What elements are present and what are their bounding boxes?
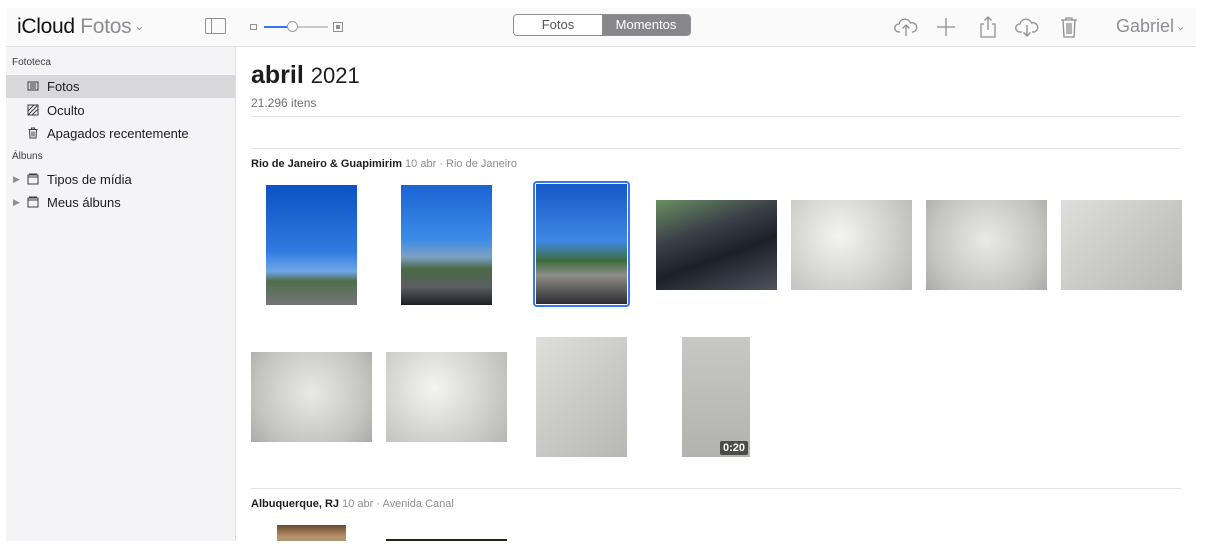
sidebar-item-label: Apagados recentemente — [47, 126, 189, 141]
photo-thumbnail[interactable] — [277, 525, 346, 541]
sidebar-section-library: Fototeca — [12, 57, 51, 68]
sidebar-item-fotos[interactable]: Fotos — [6, 75, 235, 98]
photo-thumbnail[interactable] — [251, 352, 372, 442]
video-duration: 0:20 — [719, 441, 748, 455]
photos-icon — [27, 80, 39, 92]
sidebar-item-oculto[interactable]: Oculto — [6, 99, 235, 122]
photo-thumbnail[interactable] — [266, 185, 357, 305]
sidebar-toggle-icon[interactable] — [205, 18, 226, 34]
user-name: Gabriel — [1116, 16, 1175, 36]
zoom-in-icon[interactable] — [333, 22, 343, 32]
tab-fotos[interactable]: Fotos — [514, 15, 602, 35]
trash-icon[interactable] — [1056, 14, 1082, 40]
user-menu[interactable]: Gabriel ⌄ — [1116, 16, 1185, 37]
moment-header: Albuquerque, RJ 10 abr · Avenida Canal — [251, 498, 454, 510]
zoom-slider-knob[interactable] — [287, 21, 298, 32]
add-icon[interactable] — [933, 14, 959, 40]
upload-icon[interactable] — [893, 14, 919, 40]
separator: · — [376, 498, 381, 510]
tab-momentos[interactable]: Momentos — [602, 15, 690, 35]
sidebar-item-label: Oculto — [47, 103, 85, 118]
moment-date: 10 abr — [405, 158, 437, 170]
divider — [251, 116, 1181, 117]
photo-grid-area: abril 2021 21.296 itens Rio de Janeiro &… — [236, 47, 1196, 541]
view-segmented-control: Fotos Momentos — [513, 14, 691, 36]
photo-thumbnail[interactable] — [926, 200, 1047, 290]
month-name: abril — [251, 61, 304, 89]
photo-thumbnail[interactable] — [791, 200, 912, 290]
video-thumbnail[interactable]: 0:20 — [682, 337, 750, 457]
moment-location: Avenida Canal — [382, 498, 454, 510]
disclosure-triangle-icon[interactable]: ▶ — [13, 191, 20, 214]
divider — [251, 488, 1181, 489]
chevron-down-icon: ⌄ — [134, 19, 145, 33]
divider — [251, 148, 1181, 149]
moment-title: Rio de Janeiro & Guapimirim — [251, 158, 402, 170]
page-title: abril 2021 — [251, 61, 360, 90]
photo-thumbnail[interactable] — [656, 200, 777, 290]
sidebar-item-label: Fotos — [47, 79, 80, 94]
photo-thumbnail[interactable] — [1061, 200, 1182, 290]
sidebar-section-albums: Álbuns — [12, 151, 43, 162]
folder-icon — [27, 173, 39, 185]
sidebar-item-label: Meus álbuns — [47, 195, 121, 210]
photo-thumbnail[interactable] — [386, 352, 507, 442]
photo-thumbnail[interactable] — [536, 184, 627, 304]
share-icon[interactable] — [975, 14, 1001, 40]
hidden-icon — [27, 104, 39, 116]
moment-title: Albuquerque, RJ — [251, 498, 340, 510]
chevron-down-icon: ⌄ — [1176, 21, 1186, 33]
sidebar-item-label: Tipos de mídia — [47, 172, 132, 187]
sidebar-item-tipos-de-midia[interactable]: ▶ Tipos de mídia — [6, 168, 235, 191]
sidebar: Fototeca Fotos Oculto Apagados recenteme… — [6, 47, 236, 541]
moment-header: Rio de Janeiro & Guapimirim 10 abr · Rio… — [251, 158, 517, 170]
moment-location: Rio de Janeiro — [446, 158, 517, 170]
photo-thumbnail[interactable] — [401, 185, 492, 305]
trash-icon — [27, 127, 39, 139]
zoom-out-icon[interactable] — [250, 24, 257, 30]
zoom-slider[interactable] — [250, 20, 345, 34]
folder-icon — [27, 196, 39, 208]
year: 2021 — [310, 63, 360, 88]
disclosure-triangle-icon[interactable]: ▶ — [13, 168, 20, 191]
photo-thumbnail[interactable] — [536, 337, 627, 457]
sidebar-item-meus-albuns[interactable]: ▶ Meus álbuns — [6, 191, 235, 214]
download-icon[interactable] — [1014, 14, 1040, 40]
app-switcher[interactable]: iCloud Fotos ⌄ — [17, 15, 144, 39]
photo-thumbnail[interactable] — [386, 539, 507, 541]
moment-date: 10 abr — [342, 498, 374, 510]
separator: · — [439, 158, 443, 170]
item-count: 21.296 itens — [251, 96, 317, 110]
sidebar-item-apagados[interactable]: Apagados recentemente — [6, 122, 235, 145]
brand-name: iCloud — [17, 15, 75, 38]
app-name: Fotos — [80, 15, 132, 38]
toolbar: iCloud Fotos ⌄ Fotos Momentos Gabriel ⌄ — [6, 8, 1196, 47]
